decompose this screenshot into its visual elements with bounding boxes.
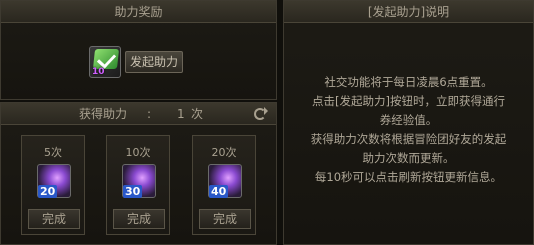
reward-item-icon[interactable]: 30 <box>122 164 156 198</box>
assist-description-panel: [发起助力]说明 社交功能将于每日凌晨6点重置。 点击[发起助力]按钮时，立即获… <box>283 0 534 245</box>
reward-item-icon[interactable]: 40 <box>208 164 242 198</box>
reward-item-count: 40 <box>209 185 229 198</box>
complete-button[interactable]: 完成 <box>28 209 80 229</box>
description-line: 助力次数而更新。 <box>362 151 455 165</box>
complete-button[interactable]: 完成 <box>199 209 251 229</box>
gift-check-icon: 10 <box>89 46 121 78</box>
assist-reward-title: 助力奖励 <box>1 1 276 23</box>
reward-card-5: 5次 20 完成 <box>21 135 85 235</box>
gain-separator: : <box>147 107 152 121</box>
gain-unit: 次 <box>191 107 204 121</box>
description-line: 点击[发起助力]按钮时，立即获得通行 <box>312 94 505 108</box>
assist-reward-panel: 助力奖励 10 发起助力 <box>0 0 277 100</box>
assist-gain-bar: 获得助力 : 1 次 <box>1 103 276 125</box>
description-line: 获得助力次数将根据冒险团好友的发起 <box>310 132 507 146</box>
check-icon <box>92 49 120 69</box>
reward-item-count: 30 <box>123 185 143 198</box>
description-line: 社交功能将于每日凌晨6点重置。 <box>324 75 493 89</box>
reward-card-20: 20次 40 完成 <box>192 135 256 235</box>
initiate-assist-button[interactable]: 发起助力 <box>125 51 183 73</box>
reward-times: 10次 <box>125 146 151 159</box>
reward-card-10: 10次 30 完成 <box>106 135 170 235</box>
reward-times: 5次 <box>44 146 62 159</box>
gain-label: 获得助力 <box>79 107 128 121</box>
description-line: 券经验值。 <box>379 113 438 127</box>
description-text: 社交功能将于每日凌晨6点重置。 点击[发起助力]按钮时，立即获得通行 券经验值。… <box>294 73 523 187</box>
gain-value: 1 <box>177 107 185 121</box>
reward-item-count: 20 <box>38 185 58 198</box>
description-line: 每10秒可以点击刷新按钮更新信息。 <box>314 170 503 184</box>
description-title: [发起助力]说明 <box>284 1 533 23</box>
reward-item-icon[interactable]: 20 <box>37 164 71 198</box>
assist-progress-panel: 获得助力 : 1 次 5次 20 完成 10次 30 完成 20次 40 完成 <box>0 102 277 245</box>
gift-count: 10 <box>92 67 105 77</box>
refresh-icon[interactable] <box>254 107 268 120</box>
reward-times: 20次 <box>211 146 237 159</box>
complete-button[interactable]: 完成 <box>113 209 165 229</box>
